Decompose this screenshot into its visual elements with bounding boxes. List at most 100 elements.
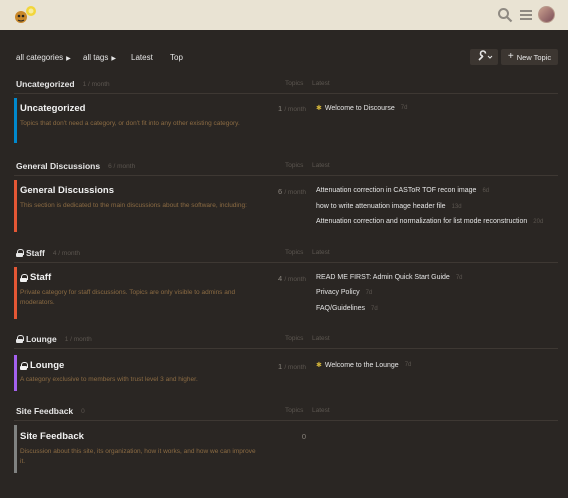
category-header-count: 4 / month [52, 249, 80, 257]
latest-topic-item[interactable]: ✱ Welcome to Discourse 7d [316, 104, 408, 113]
count-unit: / month [284, 106, 306, 113]
category-name: Staff [30, 272, 52, 283]
chevron-right-icon: ▶ [66, 56, 71, 62]
category-section-header: Lounge 1 / month Topics Latest [16, 334, 558, 348]
category-description: Topics that don't need a category, or do… [20, 120, 240, 127]
category-color-bar [14, 355, 17, 391]
category-row: Site Feedback Discussion about this site… [14, 425, 259, 473]
category-description: A category exclusive to members with tru… [20, 376, 198, 383]
topic-title: FAQ/Guidelines [316, 305, 366, 312]
lock-icon [20, 273, 28, 282]
category-title-link[interactable]: General Discussions [20, 185, 114, 196]
category-title-link[interactable]: Uncategorized [20, 103, 85, 114]
category-title-link[interactable]: Lounge [20, 360, 64, 371]
category-header-title[interactable]: Staff 4 / month [16, 248, 80, 258]
count-number: 1 [278, 362, 283, 371]
category-header-name: Staff [26, 248, 45, 258]
category-topic-count: 6 / month [262, 187, 306, 196]
count-number: 4 [278, 274, 283, 283]
category-row: Staff Private category for staff discuss… [14, 267, 259, 319]
topic-age: 7d [371, 305, 378, 312]
topic-age: 7d [404, 362, 412, 368]
category-topic-count: 0 [262, 432, 306, 441]
category-description: Discussion about this site, its organiza… [20, 448, 256, 465]
new-topic-button[interactable]: + New Topic [501, 49, 558, 65]
topic-title: Attenuation correction in CASToR TOF rec… [316, 187, 477, 194]
latest-column-label: Latest [312, 80, 330, 87]
latest-column-label: Latest [312, 335, 330, 342]
category-row: Lounge A category exclusive to members w… [14, 355, 259, 391]
count-unit: / month [284, 189, 306, 196]
category-color-bar [14, 267, 17, 319]
category-topic-count: 4 / month [262, 274, 306, 283]
divider [14, 175, 558, 176]
category-header-title[interactable]: Site Feedback 0 [16, 406, 85, 416]
search-icon[interactable] [497, 7, 513, 23]
category-row: Uncategorized Topics that don't need a c… [14, 98, 259, 143]
divider [14, 420, 558, 421]
category-section-header: Site Feedback 0 Topics Latest [16, 406, 558, 420]
topics-column-label: Topics [285, 162, 304, 169]
plus-icon: + [507, 51, 514, 62]
pin-icon: ✱ [316, 105, 322, 112]
discourse-logo-icon[interactable] [12, 4, 38, 26]
category-header-name: Uncategorized [16, 79, 75, 89]
topics-column-label: Topics [285, 249, 304, 256]
category-header-title[interactable]: Lounge 1 / month [16, 334, 92, 344]
category-header-name: Lounge [26, 334, 57, 344]
category-header-title[interactable]: Uncategorized 1 / month [16, 79, 110, 89]
latest-topic-item[interactable]: Privacy Policy 7d [316, 289, 372, 296]
topic-age: 7d [400, 105, 408, 111]
category-color-bar [14, 425, 17, 473]
topics-column-label: Topics [285, 80, 304, 87]
latest-topic-item[interactable]: READ ME FIRST: Admin Quick Start Guide 7… [316, 274, 463, 281]
latest-topic-item[interactable]: FAQ/Guidelines 7d [316, 305, 378, 312]
topic-title: READ ME FIRST: Admin Quick Start Guide [316, 274, 450, 281]
category-header-count: 6 / month [108, 162, 136, 170]
topic-title: Welcome to the Lounge [324, 361, 399, 369]
latest-topic-item[interactable]: ✱ Welcome to the Lounge 7d [316, 361, 412, 370]
admin-wrench-button[interactable] [470, 49, 498, 65]
category-header-name: General Discussions [16, 161, 101, 171]
category-title-link[interactable]: Staff [20, 272, 51, 283]
category-row: General Discussions This section is dedi… [14, 180, 259, 232]
category-topic-count: 1 / month [262, 104, 306, 113]
category-name: General Discussions [20, 185, 114, 196]
user-avatar[interactable] [538, 6, 555, 23]
category-name: Uncategorized [20, 103, 86, 114]
all-categories-dropdown[interactable]: all categories ▶ [16, 53, 71, 62]
topic-age: 7d [365, 289, 373, 296]
category-name: Lounge [30, 360, 65, 371]
latest-column-label: Latest [312, 407, 330, 414]
category-section-header: Staff 4 / month Topics Latest [16, 248, 558, 262]
category-section-header: Uncategorized 1 / month Topics Latest [16, 79, 558, 93]
count-unit: / month [284, 364, 306, 371]
category-title-link[interactable]: Site Feedback [20, 431, 84, 442]
topic-title: Attenuation correction and normalization… [316, 218, 528, 225]
all-tags-dropdown[interactable]: all tags ▶ [83, 53, 116, 62]
category-header-count: 0 [81, 407, 85, 415]
divider [14, 93, 558, 94]
count-unit: / month [284, 276, 306, 283]
all-tags-label: all tags [83, 53, 109, 62]
lock-icon [16, 249, 24, 257]
pin-icon: ✱ [316, 362, 322, 369]
latest-topic-item[interactable]: Attenuation correction and normalization… [316, 218, 543, 225]
latest-topic-item[interactable]: Attenuation correction in CASToR TOF rec… [316, 187, 489, 194]
category-description: This section is dedicated to the main di… [20, 202, 247, 209]
topic-title: Welcome to Discourse [324, 104, 395, 112]
nav-top-link[interactable]: Top [170, 53, 183, 62]
latest-topic-item[interactable]: how to write attenuation image header fi… [316, 203, 462, 210]
category-color-bar [14, 180, 17, 232]
count-number: 6 [278, 187, 283, 196]
divider [14, 348, 558, 349]
category-header-count: 1 / month [64, 335, 92, 343]
topics-column-label: Topics [285, 407, 304, 414]
category-header-name: Site Feedback [16, 406, 74, 416]
category-header-title[interactable]: General Discussions 6 / month [16, 161, 135, 171]
category-name: Site Feedback [20, 431, 84, 442]
lock-icon [16, 335, 24, 343]
latest-column-label: Latest [312, 162, 330, 169]
hamburger-menu-icon[interactable] [518, 7, 534, 23]
nav-latest-link[interactable]: Latest [131, 53, 153, 62]
